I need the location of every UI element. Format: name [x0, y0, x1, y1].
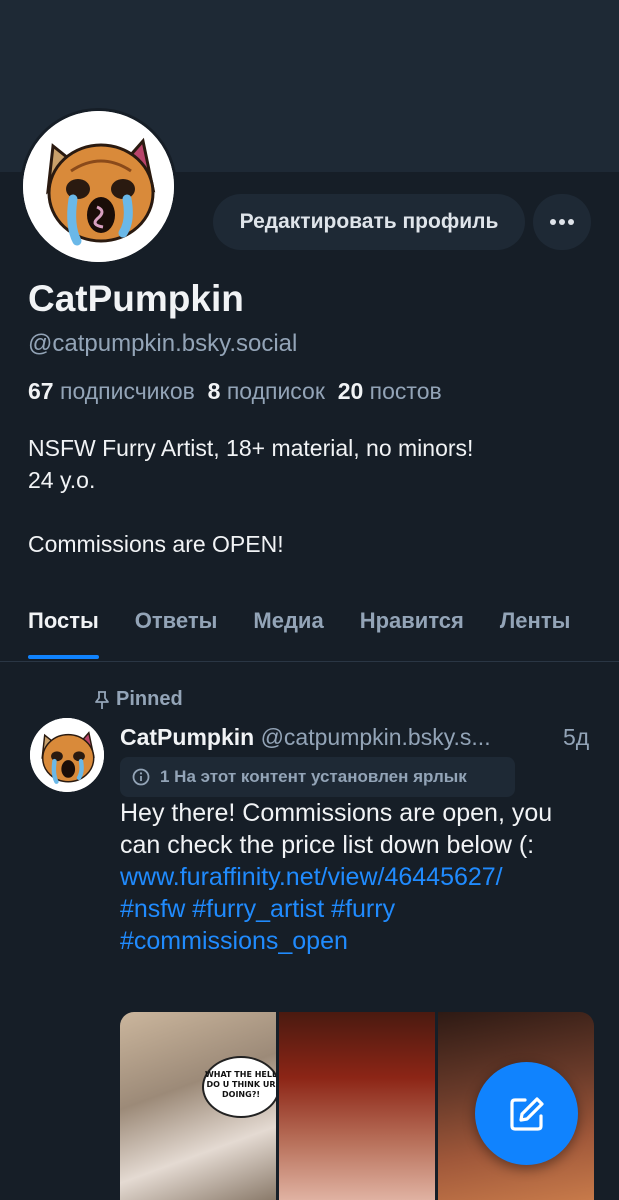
info-icon	[132, 768, 150, 786]
post-body: Hey there! Commissions are open, you can…	[120, 797, 590, 957]
profile-display-name: CatPumpkin	[28, 278, 244, 319]
media-image-1[interactable]: WHAT THE HELL DO U THINK UR DOING?!	[120, 1012, 276, 1200]
tab-posts[interactable]: Посты	[28, 600, 99, 661]
media-image-2[interactable]	[279, 1012, 435, 1200]
tab-feeds[interactable]: Ленты	[500, 600, 571, 661]
post-header: CatPumpkin @catpumpkin.bsky.s... 5д	[120, 724, 600, 751]
tab-media[interactable]: Медиа	[253, 600, 323, 661]
profile-avatar[interactable]	[20, 108, 177, 265]
profile-stats: 67 подписчиков 8 подписок 20 постов	[28, 378, 442, 405]
ellipsis-icon	[550, 219, 574, 225]
following-label: подписок	[226, 378, 325, 404]
posts-count: 20	[337, 378, 364, 404]
profile-handle: @catpumpkin.bsky.social	[28, 330, 298, 357]
content-label-pill[interactable]: 1 На этот контент установлен ярлык	[120, 757, 515, 797]
posts-stat: 20 постов	[338, 378, 442, 404]
following-stat[interactable]: 8 подписок	[208, 378, 325, 404]
post-link[interactable]: www.furaffinity.net/view/46445627/	[120, 861, 590, 893]
post-author-avatar[interactable]	[30, 718, 104, 792]
post-author-handle[interactable]: @catpumpkin.bsky.s...	[261, 724, 491, 750]
post-hashtags[interactable]: #nsfw #furry_artist #furry #commissions_…	[120, 893, 590, 957]
speech-bubble: WHAT THE HELL DO U THINK UR DOING?!	[202, 1056, 276, 1118]
followers-stat[interactable]: 67 подписчиков	[28, 378, 195, 404]
post-author-name[interactable]: CatPumpkin	[120, 724, 254, 750]
more-options-button[interactable]	[533, 194, 591, 250]
following-count: 8	[207, 378, 221, 404]
compose-button[interactable]	[475, 1062, 578, 1165]
followers-label: подписчиков	[59, 378, 195, 404]
pinned-label: Pinned	[116, 688, 183, 710]
compose-icon	[509, 1096, 544, 1131]
pin-icon	[95, 690, 109, 709]
tab-likes[interactable]: Нравится	[360, 600, 464, 661]
followers-count: 67	[28, 378, 54, 404]
profile-bio: NSFW Furry Artist, 18+ material, no mino…	[28, 435, 474, 557]
post-timestamp[interactable]: 5д	[563, 724, 589, 751]
post-text: Hey there! Commissions are open, you can…	[120, 799, 553, 859]
pumpkin-cat-avatar-icon	[23, 111, 174, 262]
pumpkin-cat-avatar-icon	[30, 718, 104, 792]
pinned-indicator: Pinned	[94, 688, 183, 711]
edit-profile-button[interactable]: Редактировать профиль	[213, 194, 525, 250]
content-label-text: 1 На этот контент установлен ярлык	[160, 767, 467, 786]
posts-label: постов	[369, 378, 442, 404]
tab-replies[interactable]: Ответы	[135, 600, 218, 661]
profile-tabs: Посты Ответы Медиа Нравится Ленты	[0, 600, 619, 662]
